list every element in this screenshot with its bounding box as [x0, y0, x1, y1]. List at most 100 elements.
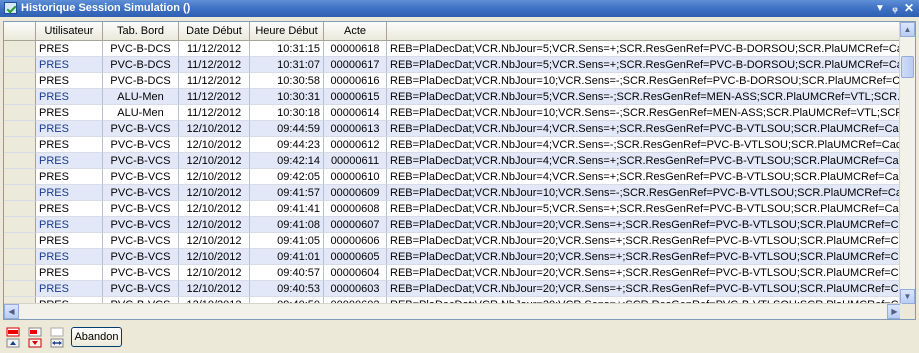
cell-tab: PVC-B-VCS	[103, 249, 179, 265]
row-selector[interactable]	[4, 281, 36, 297]
cell-heure: 09:41:08	[250, 217, 324, 233]
row-selector[interactable]	[4, 41, 36, 57]
cell-heure: 09:41:05	[250, 233, 324, 249]
table-row[interactable]: PRES PVC-B-VCS 12/10/2012 09:40:53 00000603 R…	[4, 281, 902, 297]
cell-heure: 10:31:07	[250, 57, 324, 73]
table-row[interactable]: PRES ALU-Men 11/12/2012 10:30:31 00000615 REB…	[4, 89, 902, 105]
cell-heure: 09:41:41	[250, 201, 324, 217]
cell-acte: 00000603	[324, 281, 387, 297]
cell-user: PRES	[36, 249, 103, 265]
scroll-thumb[interactable]	[901, 56, 914, 78]
pin-icon[interactable]: ᵩ	[888, 0, 902, 17]
app-icon	[4, 2, 17, 14]
table-row[interactable]: PRES PVC-B-VCS 12/10/2012 09:44:59 00000613 R…	[4, 121, 902, 137]
cell-heure: 10:30:18	[250, 105, 324, 121]
cell-description: REB=PlaDecDat;VCR.NbJour=5;VCR.Sens=+;SC…	[387, 41, 902, 57]
cell-user: PRES	[36, 217, 103, 233]
column-header-description[interactable]	[387, 22, 902, 40]
cell-user: PRES	[36, 233, 103, 249]
row-selector[interactable]	[4, 105, 36, 121]
table-row[interactable]: PRES PVC-B-VCS 12/10/2012 09:41:57 00000609 R…	[4, 185, 902, 201]
table-row[interactable]: PRES PVC-B-VCS 12/10/2012 09:41:05 00000606 R…	[4, 233, 902, 249]
table-row[interactable]: PRES PVC-B-VCS 12/10/2012 09:41:01 00000605 R…	[4, 249, 902, 265]
cell-acte: 00000607	[324, 217, 387, 233]
table-row[interactable]: PRES PVC-B-DCS 11/12/2012 10:30:58 00000616 R…	[4, 73, 902, 89]
scroll-up-icon[interactable]: ▲	[900, 22, 915, 37]
abandon-button[interactable]: Abandon	[71, 327, 122, 347]
row-selector[interactable]	[4, 217, 36, 233]
bottom-toolbar: Abandon	[0, 322, 919, 353]
row-insert-up-icon[interactable]	[6, 326, 20, 348]
table-row[interactable]: PRES PVC-B-DCS 11/12/2012 10:31:07 00000617 R…	[4, 57, 902, 73]
close-icon[interactable]: ✕	[902, 0, 916, 17]
cell-description: REB=PlaDecDat;VCR.NbJour=5;VCR.Sens=-;SC…	[387, 89, 902, 105]
cell-tab: ALU-Men	[103, 89, 179, 105]
cell-user: PRES	[36, 281, 103, 297]
table-row[interactable]: PRES PVC-B-VCS 12/10/2012 09:42:14 00000611 R…	[4, 153, 902, 169]
cell-date: 12/10/2012	[179, 137, 250, 153]
cell-heure: 09:41:57	[250, 185, 324, 201]
cell-user: PRES	[36, 137, 103, 153]
table-row[interactable]: PRES ALU-Men 11/12/2012 10:30:18 00000614 REB…	[4, 105, 902, 121]
column-header-user[interactable]: Utilisateur	[36, 22, 103, 40]
cell-date: 12/10/2012	[179, 185, 250, 201]
cell-date: 11/12/2012	[179, 89, 250, 105]
row-selector[interactable]	[4, 265, 36, 281]
cell-user: PRES	[36, 105, 103, 121]
cell-acte: 00000614	[324, 105, 387, 121]
cell-date: 12/10/2012	[179, 121, 250, 137]
cell-tab: PVC-B-VCS	[103, 121, 179, 137]
cell-user: PRES	[36, 89, 103, 105]
column-header-heure[interactable]: Heure Début	[250, 22, 324, 40]
table-row[interactable]: PRES PVC-B-VCS 12/10/2012 09:40:57 00000604 R…	[4, 265, 902, 281]
row-selector[interactable]	[4, 249, 36, 265]
cell-date: 12/10/2012	[179, 281, 250, 297]
cell-heure: 10:31:15	[250, 41, 324, 57]
title-bar: Historique Session Simulation () ▼ ᵩ ✕	[0, 0, 919, 17]
column-header-tab[interactable]: Tab. Bord	[103, 22, 179, 40]
vertical-scrollbar[interactable]: ▲ ▼	[899, 22, 915, 304]
row-selector[interactable]	[4, 185, 36, 201]
cell-date: 12/10/2012	[179, 233, 250, 249]
row-selector[interactable]	[4, 153, 36, 169]
row-selector[interactable]	[4, 73, 36, 89]
dropdown-icon[interactable]: ▼	[873, 0, 887, 17]
cell-acte: 00000613	[324, 121, 387, 137]
cell-description: REB=PlaDecDat;VCR.NbJour=5;VCR.Sens=+;SC…	[387, 57, 902, 73]
cell-date: 11/12/2012	[179, 41, 250, 57]
scroll-down-icon[interactable]: ▼	[900, 289, 915, 304]
table-row[interactable]: PRES PVC-B-VCS 12/10/2012 09:42:05 00000610 R…	[4, 169, 902, 185]
table-row[interactable]: PRES PVC-B-VCS 12/10/2012 09:41:41 00000608 R…	[4, 201, 902, 217]
table-row[interactable]: PRES PVC-B-DCS 11/12/2012 10:31:15 00000618 R…	[4, 41, 902, 57]
cell-acte: 00000617	[324, 57, 387, 73]
cell-acte: 00000615	[324, 89, 387, 105]
cell-tab: PVC-B-DCS	[103, 73, 179, 89]
row-insert-down-icon[interactable]	[28, 326, 42, 348]
table-row[interactable]: PRES PVC-B-VCS 12/10/2012 09:41:08 00000607 R…	[4, 217, 902, 233]
cell-date: 12/10/2012	[179, 249, 250, 265]
cell-description: REB=PlaDecDat;VCR.NbJour=20;VCR.Sens=+;S…	[387, 281, 902, 297]
table-row[interactable]: PRES PVC-B-VCS 12/10/2012 09:44:23 00000612 R…	[4, 137, 902, 153]
row-selector[interactable]	[4, 233, 36, 249]
row-selector[interactable]	[4, 169, 36, 185]
cell-description: REB=PlaDecDat;VCR.NbJour=4;VCR.Sens=+;SC…	[387, 121, 902, 137]
cell-description: REB=PlaDecDat;VCR.NbJour=4;VCR.Sens=-;SC…	[387, 137, 902, 153]
cell-user: PRES	[36, 185, 103, 201]
column-header-acte[interactable]: Acte	[324, 22, 387, 40]
cell-description: REB=PlaDecDat;VCR.NbJour=4;VCR.Sens=+;SC…	[387, 153, 902, 169]
row-selector[interactable]	[4, 121, 36, 137]
column-header-date[interactable]: Date Début	[179, 22, 250, 40]
row-selector[interactable]	[4, 201, 36, 217]
cell-heure: 09:40:53	[250, 281, 324, 297]
grid-rows: PRES PVC-B-DCS 11/12/2012 10:31:15 00000618 R…	[4, 41, 902, 305]
row-selector[interactable]	[4, 57, 36, 73]
scroll-left-icon[interactable]: ◀	[4, 304, 19, 319]
cell-acte: 00000616	[324, 73, 387, 89]
cell-heure: 09:44:23	[250, 137, 324, 153]
row-selector[interactable]	[4, 137, 36, 153]
cell-heure: 09:41:01	[250, 249, 324, 265]
cell-user: PRES	[36, 201, 103, 217]
horizontal-scrollbar[interactable]: ◀ ▶	[4, 303, 902, 319]
row-selector[interactable]	[4, 89, 36, 105]
fit-columns-icon[interactable]	[50, 326, 64, 348]
